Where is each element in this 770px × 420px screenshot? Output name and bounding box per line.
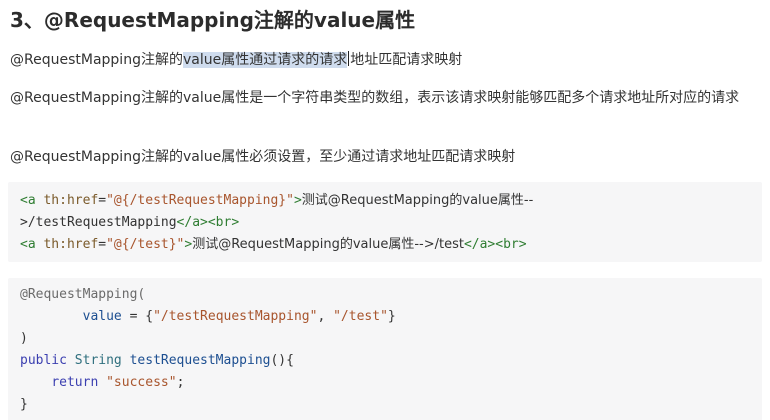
code-line: @RequestMapping(	[20, 287, 146, 302]
code-line: <a th:href="@{/testRequestMapping}">测试@R…	[20, 190, 762, 212]
code-punc: ;	[176, 375, 185, 390]
code-punc: ,	[317, 309, 334, 324]
paragraph-string-array: @RequestMapping注解的value属性是一个字符串类型的数组，表示该…	[10, 90, 740, 106]
html-code-block[interactable]: <a th:href="@{/testRequestMapping}">测试@R…	[8, 182, 762, 262]
paragraph-value-matching: @RequestMapping注解的value属性通过请求的请求 地址匹配请求映射	[10, 48, 760, 72]
code-tag: <br>	[207, 215, 240, 230]
code-line: public String testRequestMapping(){	[20, 350, 762, 372]
code-line: }	[20, 397, 28, 412]
code-tag: <br>	[495, 237, 527, 252]
code-attr: th:href	[43, 237, 99, 252]
paragraph-text: 地址匹配请求映射	[350, 52, 463, 68]
code-attr: th:href	[43, 193, 99, 208]
code-punc: =	[98, 237, 107, 252]
code-text: >/testRequestMapping	[20, 215, 177, 230]
code-key: value	[82, 309, 122, 324]
code-string: "/testRequestMapping"	[153, 309, 318, 324]
code-text: 测试@RequestMapping的value属性--	[301, 193, 534, 208]
code-line: )	[20, 331, 28, 346]
code-keyword: return	[51, 375, 99, 390]
code-punc: (){	[270, 353, 294, 368]
code-punc: = {	[121, 309, 154, 324]
section-heading: 3、@RequestMapping注解的value属性	[10, 8, 416, 32]
code-line: <a th:href="@{/test}">测试@RequestMapping的…	[20, 234, 762, 256]
code-tag: </a>	[463, 237, 496, 252]
code-string: "@{/test}"	[106, 237, 185, 252]
document-page: 3、@RequestMapping注解的value属性 @RequestMapp…	[0, 0, 770, 420]
code-punc: =	[98, 193, 107, 208]
code-line: value = {"/testRequestMapping", "/test"}	[20, 306, 762, 328]
code-string: "@{/testRequestMapping}"	[106, 193, 294, 208]
paragraph-required: @RequestMapping注解的value属性必须设置，至少通过请求地址匹配…	[10, 149, 516, 165]
code-function: testRequestMapping	[129, 353, 271, 368]
selected-text[interactable]: value属性通过请求的请求	[182, 52, 348, 68]
code-tag: <a	[20, 193, 36, 208]
code-tag: >	[293, 193, 302, 208]
code-line: return "success";	[20, 372, 762, 394]
code-tag: </a>	[176, 215, 208, 230]
code-punc: }	[387, 309, 396, 324]
code-string: "success"	[106, 375, 177, 390]
code-text: 测试@RequestMapping的value属性-->/test	[192, 237, 464, 252]
code-keyword: public	[20, 353, 67, 368]
code-type: String	[74, 353, 122, 368]
java-code-block[interactable]: @RequestMapping( value = {"/testRequestM…	[8, 278, 762, 420]
paragraph-text: @RequestMapping注解的	[10, 52, 183, 68]
code-line: >/testRequestMapping</a><br>	[20, 212, 762, 234]
code-string: "/test"	[333, 309, 388, 324]
code-tag: <a	[20, 237, 36, 252]
